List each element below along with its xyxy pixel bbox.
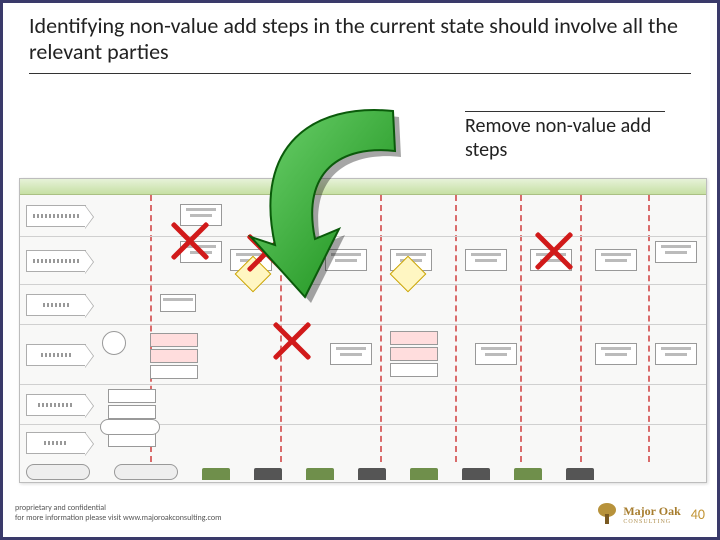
list-item xyxy=(390,331,438,345)
lane-row xyxy=(20,325,706,385)
title-block: Identifying non-value add steps in the c… xyxy=(3,3,717,71)
lane-label xyxy=(26,205,86,227)
slide-footer: proprietary and confidential for more in… xyxy=(3,493,717,537)
tab-segment xyxy=(566,468,594,480)
pill-node xyxy=(26,464,90,480)
slide-title: Identifying non-value add steps in the c… xyxy=(29,13,691,65)
list-item xyxy=(150,349,198,363)
callout-block: Remove non-value add steps xyxy=(465,111,675,162)
tab-segment xyxy=(462,468,490,480)
process-box xyxy=(595,249,637,271)
footer-disclaimer: proprietary and confidential for more in… xyxy=(15,504,221,523)
tab-segment xyxy=(254,468,282,480)
arrow-icon xyxy=(223,105,443,305)
lane-row xyxy=(20,425,706,461)
circle-node xyxy=(102,331,126,355)
oak-tree-icon xyxy=(596,502,618,526)
tab-segment xyxy=(358,468,386,480)
list-item xyxy=(390,363,438,377)
lane-label xyxy=(26,294,86,316)
list-item xyxy=(150,365,198,379)
company-logo: Major Oak CONSULTING xyxy=(596,502,680,526)
tab-segment xyxy=(514,468,542,480)
process-box xyxy=(465,249,507,271)
tab-segment xyxy=(306,468,334,480)
process-box xyxy=(655,241,697,263)
process-box xyxy=(530,249,572,271)
process-box xyxy=(180,241,222,263)
lane-label xyxy=(26,432,86,454)
callout-text: Remove non-value add steps xyxy=(465,114,675,162)
title-underline xyxy=(29,73,691,74)
process-box xyxy=(475,343,517,365)
page-number: 40 xyxy=(691,506,705,523)
footer-right: Major Oak CONSULTING 40 xyxy=(596,502,705,526)
process-box xyxy=(655,343,697,365)
footer-line-2: for more information please visit www.ma… xyxy=(15,514,221,524)
tab-segment xyxy=(202,468,230,480)
list-item xyxy=(108,433,156,447)
list-item xyxy=(390,347,438,361)
logo-text: Major Oak xyxy=(623,504,680,519)
process-box xyxy=(330,343,372,365)
logo-subtext: CONSULTING xyxy=(623,519,680,525)
process-box xyxy=(180,204,222,226)
timeline-tabs xyxy=(26,464,646,480)
process-box xyxy=(160,294,196,312)
list-item xyxy=(150,333,198,347)
process-box xyxy=(595,343,637,365)
callout-rule xyxy=(465,111,665,112)
lane-label xyxy=(26,250,86,272)
tab-segment xyxy=(410,468,438,480)
lane-label xyxy=(26,394,86,416)
pill-node xyxy=(114,464,178,480)
lane-label xyxy=(26,344,86,366)
pill-node xyxy=(100,419,160,435)
list-item xyxy=(108,389,156,403)
list-item xyxy=(108,405,156,419)
slide-frame: Identifying non-value add steps in the c… xyxy=(0,0,720,540)
